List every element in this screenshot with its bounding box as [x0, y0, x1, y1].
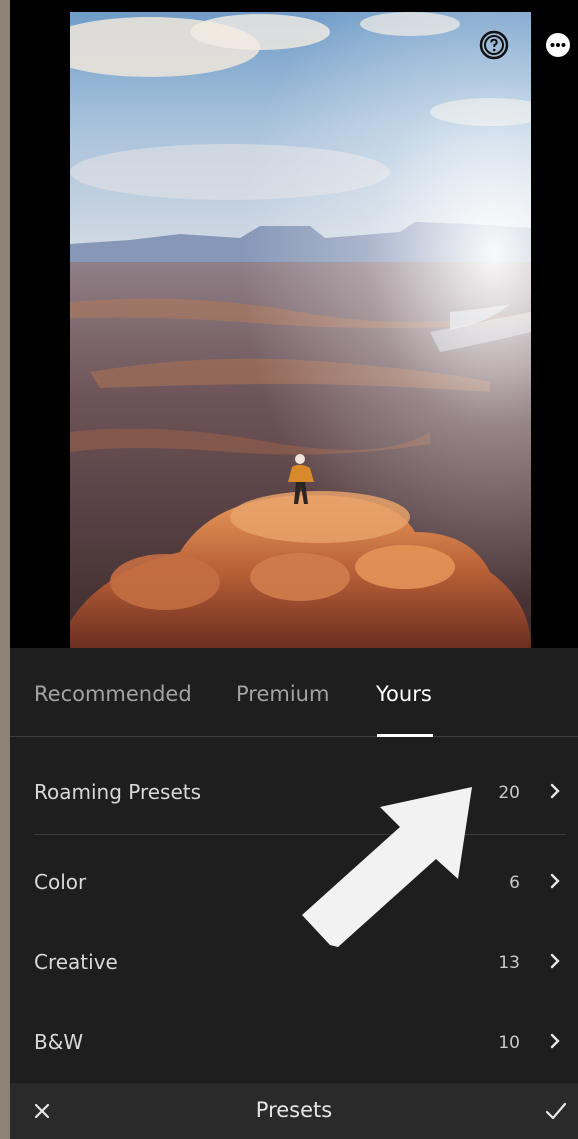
- preset-group-label: Creative: [34, 950, 118, 974]
- preset-group-creative[interactable]: Creative 13: [10, 932, 578, 992]
- presets-panel: Recommended Premium Yours Roaming Preset…: [10, 648, 578, 1139]
- panel-title: Presets: [255, 1098, 333, 1122]
- preset-group-count: 10: [498, 1033, 520, 1053]
- photo-area: [10, 0, 578, 648]
- preset-group-count: 20: [498, 783, 520, 803]
- preset-group-label: Color: [34, 870, 87, 894]
- bottom-bar: Presets: [10, 1083, 578, 1139]
- preset-group-bw[interactable]: B&W 10: [10, 1012, 578, 1072]
- tab-yours[interactable]: Yours: [376, 682, 432, 706]
- preset-group-count: 13: [498, 953, 520, 973]
- preset-group-roaming-presets[interactable]: Roaming Presets 20: [10, 762, 578, 822]
- preset-group-label: Roaming Presets: [34, 780, 202, 804]
- chevron-right-icon: [550, 1033, 560, 1049]
- active-tab-indicator: [377, 734, 433, 737]
- preset-group-label: B&W: [34, 1030, 84, 1054]
- app-screen: Recommended Premium Yours Roaming Preset…: [10, 0, 578, 1139]
- preset-group-color[interactable]: Color 6: [10, 852, 578, 912]
- tab-recommended[interactable]: Recommended: [34, 682, 192, 706]
- more-icon[interactable]: [541, 28, 575, 62]
- preset-group-count: 6: [509, 873, 520, 893]
- help-icon[interactable]: [477, 28, 511, 62]
- divider: [34, 834, 566, 835]
- chevron-right-icon: [550, 873, 560, 889]
- chevron-right-icon: [550, 783, 560, 799]
- chevron-right-icon: [550, 953, 560, 969]
- tab-bar: Recommended Premium Yours: [10, 648, 578, 737]
- checkmark-icon[interactable]: [544, 1100, 568, 1122]
- landscape-photo: [70, 12, 531, 648]
- tab-premium[interactable]: Premium: [236, 682, 329, 706]
